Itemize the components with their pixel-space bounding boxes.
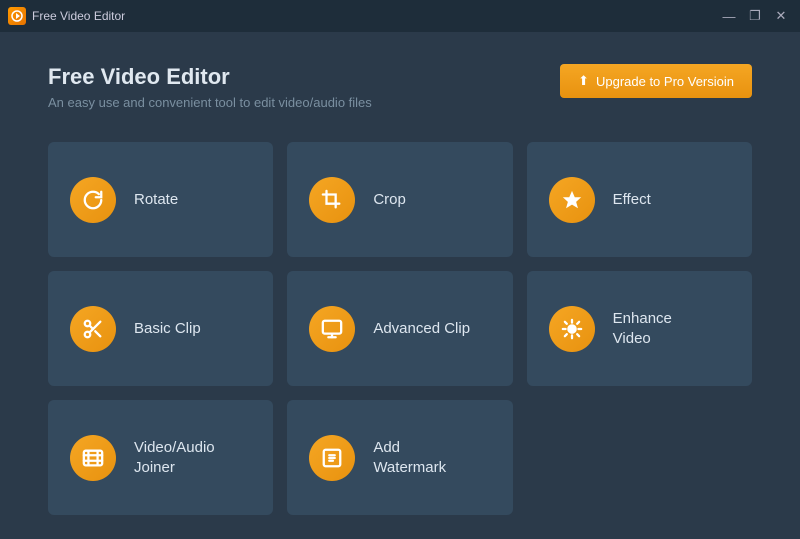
minimize-button[interactable]: — [718,5,740,27]
enhance-video-label: Enhance Video [613,309,672,348]
add-watermark-icon [309,435,355,481]
empty-slot [527,400,752,515]
effect-icon [549,177,595,223]
tools-grid: Rotate Crop Effect Basic Clip Advanced C… [48,142,752,515]
app-title: Free Video Editor [48,64,372,90]
titlebar: Free Video Editor — ❐ ✕ [0,0,800,32]
tool-card-crop[interactable]: Crop [287,142,512,257]
advanced-clip-icon [309,306,355,352]
maximize-button[interactable]: ❐ [744,5,766,27]
video-audio-joiner-icon [70,435,116,481]
tool-card-enhance-video[interactable]: Enhance Video [527,271,752,386]
upgrade-button[interactable]: ⬆ Upgrade to Pro Versioin [560,64,752,98]
tool-card-advanced-clip[interactable]: Advanced Clip [287,271,512,386]
main-content: Free Video Editor An easy use and conven… [0,32,800,539]
advanced-clip-label: Advanced Clip [373,319,470,339]
titlebar-title: Free Video Editor [32,9,718,23]
tool-card-effect[interactable]: Effect [527,142,752,257]
effect-label: Effect [613,190,651,210]
tool-card-add-watermark[interactable]: Add Watermark [287,400,512,515]
basic-clip-label: Basic Clip [134,319,201,339]
rotate-icon [70,177,116,223]
crop-icon [309,177,355,223]
upgrade-icon: ⬆ [578,73,589,89]
crop-label: Crop [373,190,406,210]
tool-card-rotate[interactable]: Rotate [48,142,273,257]
enhance-video-icon [549,306,595,352]
app-logo [8,7,26,25]
add-watermark-label: Add Watermark [373,438,446,477]
upgrade-label: Upgrade to Pro Versioin [596,74,734,89]
rotate-label: Rotate [134,190,178,210]
app-info: Free Video Editor An easy use and conven… [48,64,372,110]
app-subtitle: An easy use and convenient tool to edit … [48,95,372,110]
basic-clip-icon [70,306,116,352]
close-button[interactable]: ✕ [770,5,792,27]
video-audio-joiner-label: Video/Audio Joiner [134,438,215,477]
tool-card-basic-clip[interactable]: Basic Clip [48,271,273,386]
header-area: Free Video Editor An easy use and conven… [48,64,752,110]
window-controls: — ❐ ✕ [718,5,792,27]
tool-card-video-audio-joiner[interactable]: Video/Audio Joiner [48,400,273,515]
